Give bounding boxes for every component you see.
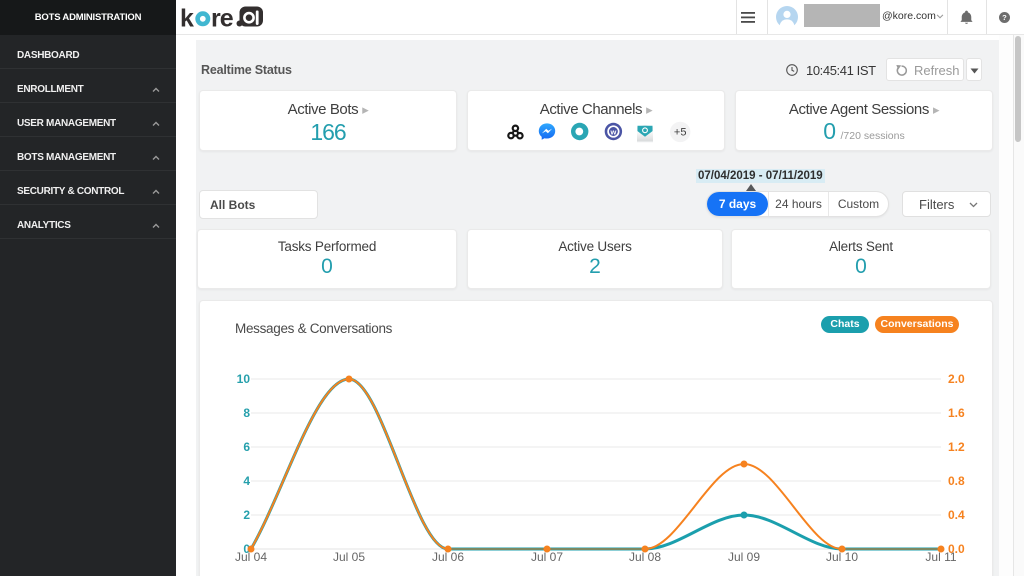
svg-text:Jul 09: Jul 09	[728, 550, 760, 564]
svg-text:2.0: 2.0	[948, 372, 965, 386]
svg-text:re: re	[211, 5, 234, 33]
svg-text:1.6: 1.6	[948, 406, 965, 420]
svg-text:w: w	[609, 127, 616, 136]
svg-text:0.4: 0.4	[948, 508, 965, 522]
svg-text:?: ?	[1002, 13, 1007, 22]
svg-text:6: 6	[243, 440, 250, 454]
svg-text:2: 2	[243, 508, 250, 522]
svg-text:k: k	[180, 5, 194, 33]
svg-text:10: 10	[237, 372, 251, 386]
svg-text:1.2: 1.2	[948, 440, 965, 454]
svg-text:+5: +5	[674, 127, 687, 139]
svg-text:Jul 05: Jul 05	[333, 550, 365, 564]
svg-text:4: 4	[243, 474, 250, 488]
svg-text:8: 8	[243, 406, 250, 420]
svg-text:0.8: 0.8	[948, 474, 965, 488]
